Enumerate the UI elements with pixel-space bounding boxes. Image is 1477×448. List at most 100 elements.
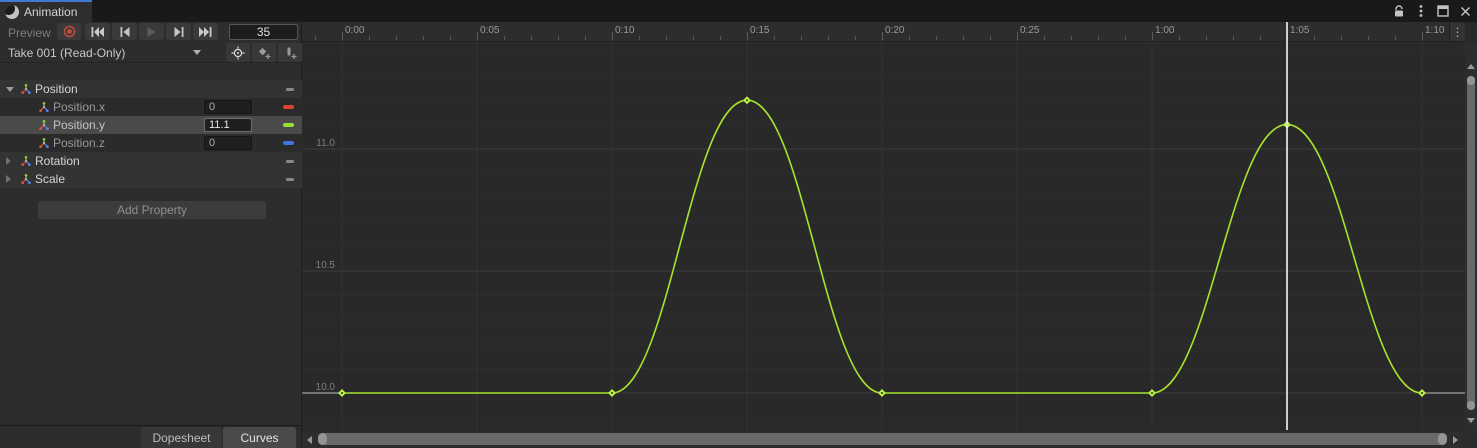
tab-animation[interactable]: Animation (0, 0, 92, 22)
go-to-end-icon (199, 27, 212, 37)
ruler-minor-tick (1071, 36, 1072, 40)
scroll-down-icon[interactable] (1467, 418, 1475, 423)
current-frame-field[interactable]: 35 (229, 24, 298, 40)
add-property-button[interactable]: Add Property (38, 201, 266, 219)
close-icon[interactable] (1457, 3, 1473, 19)
ruler-minor-tick (909, 36, 910, 40)
add-event-button[interactable] (278, 43, 302, 62)
ruler-minor-tick (315, 36, 316, 40)
transform-icon (20, 173, 32, 185)
curve-editor[interactable]: 11.010.510.0 (302, 42, 1465, 430)
vertical-scrollbar-thumb[interactable] (1467, 76, 1475, 410)
ruler-minor-tick (369, 36, 370, 40)
curve-canvas[interactable]: 11.010.510.0 (302, 42, 1465, 430)
unity-animation-window: Animation Preview (0, 0, 1477, 448)
ruler-minor-tick (1314, 36, 1315, 40)
chevron-down-icon (193, 50, 201, 55)
ruler-minor-tick (693, 36, 694, 40)
scrollbar-bottom-handle[interactable] (1467, 401, 1475, 410)
svg-text:10.0: 10.0 (316, 382, 336, 393)
previous-frame-button[interactable] (112, 23, 137, 40)
prop-label: Position.x (53, 100, 105, 114)
ruler-minor-tick (855, 36, 856, 40)
ruler-minor-tick (801, 36, 802, 40)
transform-icon (38, 119, 50, 131)
prop-label: Rotation (35, 154, 80, 168)
transform-icon (38, 137, 50, 149)
caret-collapsed-icon[interactable] (6, 175, 11, 183)
ruler-minor-tick (1260, 36, 1261, 40)
prop-row-rotation[interactable]: Rotation (0, 152, 302, 170)
caret-collapsed-icon[interactable] (6, 157, 11, 165)
timeline-ruler[interactable]: 0:000:050:100:150:200:251:001:051:10 (302, 22, 1465, 42)
prop-row-position-y[interactable]: Position.y 11.1 (0, 116, 302, 134)
ruler-time-label: 0:25 (1020, 25, 1039, 36)
playhead-line[interactable] (1286, 22, 1288, 430)
clip-selector-dropdown[interactable]: Take 001 (Read-Only) (0, 42, 210, 63)
keyframe-indicator-button[interactable] (226, 43, 250, 62)
scrollbar-top-handle[interactable] (1467, 76, 1475, 85)
curve-editor-menu-button[interactable]: ⋮ (1449, 23, 1465, 41)
prop-row-position-x[interactable]: Position.x 0 (0, 98, 302, 116)
record-button[interactable] (57, 23, 81, 40)
prop-row-position-z[interactable]: Position.z 0 (0, 134, 302, 152)
window-menu-kebab-icon[interactable] (1413, 3, 1429, 19)
next-frame-icon (174, 27, 184, 37)
transform-icon (20, 83, 32, 95)
scroll-up-icon[interactable] (1467, 64, 1475, 69)
editor-mode-tabs: Dopesheet Curves (0, 425, 302, 448)
prop-row-scale[interactable]: Scale (0, 170, 302, 188)
kebab-menu-icon: ⋮ (1452, 26, 1464, 38)
ruler-time-label: 0:00 (345, 25, 364, 36)
svg-text:10.5: 10.5 (316, 260, 336, 271)
preview-toggle[interactable]: Preview (8, 26, 51, 40)
prop-label: Position.y (53, 118, 105, 132)
horizontal-scrollbar[interactable] (302, 431, 1465, 448)
keyframe-crosshair-icon (231, 46, 245, 60)
scrollbar-min-handle[interactable] (318, 433, 327, 445)
tab-label: Animation (24, 5, 77, 19)
ruler-minor-tick (1044, 36, 1045, 40)
ruler-minor-tick (666, 36, 667, 40)
ruler-major-tick (747, 32, 748, 40)
scrollbar-max-handle[interactable] (1438, 433, 1447, 445)
unlock-icon[interactable] (1391, 3, 1407, 19)
ruler-minor-tick (558, 36, 559, 40)
ruler-minor-tick (1368, 36, 1369, 40)
prop-label: Position.z (53, 136, 105, 150)
play-button[interactable] (139, 23, 164, 40)
caret-expanded-icon[interactable] (6, 87, 14, 92)
ruler-major-tick (612, 32, 613, 40)
prop-value-field[interactable]: 0 (204, 136, 252, 150)
go-to-end-button[interactable] (193, 23, 218, 40)
ruler-time-label: 0:20 (885, 25, 904, 36)
ruler-time-label: 0:05 (480, 25, 499, 36)
tab-curves[interactable]: Curves (223, 427, 296, 448)
vertical-scrollbar[interactable] (1465, 42, 1477, 431)
play-icon (147, 27, 156, 37)
ruler-major-tick (1422, 32, 1423, 40)
add-keyframe-button[interactable] (252, 43, 276, 62)
ruler-minor-tick (774, 36, 775, 40)
prop-label: Position (35, 82, 78, 96)
group-dash-indicator (286, 88, 294, 91)
prop-row-position[interactable]: Position (0, 80, 302, 98)
next-frame-button[interactable] (166, 23, 191, 40)
clip-row: Take 001 (Read-Only) (0, 42, 302, 63)
add-event-icon (283, 46, 297, 60)
ruler-minor-tick (828, 36, 829, 40)
horizontal-scrollbar-thumb[interactable] (318, 433, 1447, 445)
scroll-right-icon[interactable] (1453, 436, 1458, 444)
tab-dopesheet[interactable]: Dopesheet (141, 427, 222, 448)
ruler-minor-tick (1233, 36, 1234, 40)
curve-color-pill (283, 105, 294, 109)
ruler-minor-tick (531, 36, 532, 40)
scroll-left-icon[interactable] (307, 436, 312, 444)
go-to-start-button[interactable] (85, 23, 110, 40)
prop-value-field[interactable]: 0 (204, 100, 252, 114)
ruler-major-tick (1017, 32, 1018, 40)
maximize-icon[interactable] (1435, 3, 1451, 19)
scrollbar-corner (1465, 431, 1477, 448)
prop-value-field[interactable]: 11.1 (204, 118, 252, 132)
ruler-minor-tick (1098, 36, 1099, 40)
